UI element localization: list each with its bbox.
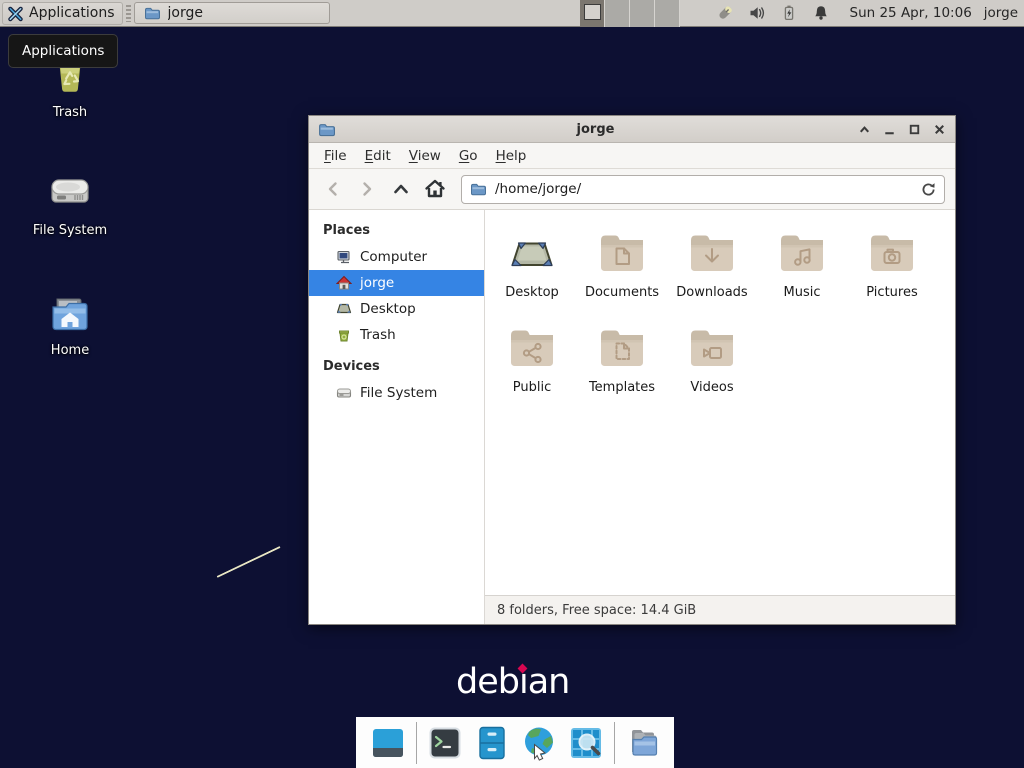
- sidebar-item-trash[interactable]: Trash: [309, 322, 484, 348]
- desktop-scratch-line: [217, 546, 281, 578]
- computer-icon: [336, 249, 352, 265]
- battery-icon[interactable]: [780, 4, 798, 22]
- notifications-bell-icon[interactable]: [812, 4, 830, 22]
- file-item-documents[interactable]: Documents: [577, 226, 667, 321]
- window-folder-icon: [317, 120, 335, 138]
- reload-icon[interactable]: [919, 180, 937, 198]
- folder-doc-icon: [598, 226, 646, 282]
- dock-separator: [416, 722, 417, 764]
- dock-item-app-finder[interactable]: [567, 724, 605, 762]
- workspace-switcher: [580, 0, 680, 27]
- status-bar: 8 folders, Free space: 14.4 GiB: [485, 595, 955, 624]
- path-bar[interactable]: /home/jorge/: [461, 175, 945, 204]
- folder-music-icon: [778, 226, 826, 282]
- workspace-4[interactable]: [655, 0, 680, 27]
- taskbar-window-label: jorge: [168, 5, 203, 21]
- devices-header: Devices: [309, 353, 484, 380]
- folder-camera-icon: [868, 226, 916, 282]
- desktop-icon-label: Home: [51, 343, 89, 358]
- system-tray: [716, 4, 830, 22]
- file-item-downloads[interactable]: Downloads: [667, 226, 757, 321]
- xfce-logo-icon: [6, 4, 24, 22]
- places-header: Places: [309, 217, 484, 244]
- file-manager-window: jorge FileEditViewGoHelp: [308, 115, 956, 625]
- dock-item-web-browser[interactable]: [520, 724, 558, 762]
- desktop-mini-icon: [336, 301, 352, 317]
- taskbar-window-button[interactable]: jorge: [134, 2, 330, 24]
- folder-down-icon: [688, 226, 736, 282]
- dock: [356, 717, 674, 768]
- home-folder-icon: [48, 292, 92, 336]
- path-folder-icon: [469, 180, 487, 198]
- volume-icon[interactable]: [748, 4, 766, 22]
- folder-template-icon: [598, 321, 646, 377]
- sidebar-item-file-system[interactable]: File System: [309, 380, 484, 406]
- folder-video-icon: [688, 321, 736, 377]
- applications-menu-button[interactable]: Applications: [2, 2, 123, 25]
- menu-item-edit[interactable]: Edit: [356, 145, 400, 167]
- applications-tooltip: Applications: [8, 34, 118, 68]
- hard-drive-icon: [47, 170, 93, 216]
- menu-item-file[interactable]: File: [315, 145, 356, 167]
- window-titlebar[interactable]: jorge: [309, 116, 955, 143]
- menu-item-go[interactable]: Go: [450, 145, 487, 167]
- file-item-desktop[interactable]: Desktop: [487, 226, 577, 321]
- top-panel: Applications jorge: [0, 0, 1024, 27]
- back-button[interactable]: [319, 175, 347, 203]
- menu-item-view[interactable]: View: [400, 145, 450, 167]
- panel-user-label[interactable]: jorge: [984, 5, 1018, 21]
- desktop-screen: Applications jorge: [0, 0, 1024, 768]
- dock-item-terminal[interactable]: [426, 724, 464, 762]
- file-item-public[interactable]: Public: [487, 321, 577, 416]
- workspace-3[interactable]: [630, 0, 655, 27]
- window-folder-icon: [143, 4, 161, 22]
- tooltip-text: Applications: [22, 43, 104, 59]
- desktop-icon-home[interactable]: Home: [22, 292, 118, 358]
- debian-logo-dot: [518, 664, 528, 674]
- sidebar-item-desktop[interactable]: Desktop: [309, 296, 484, 322]
- home-red-icon: [336, 275, 352, 291]
- menu-item-help[interactable]: Help: [487, 145, 536, 167]
- path-input[interactable]: /home/jorge/: [495, 181, 911, 197]
- workspace-window-preview: [584, 4, 601, 20]
- desktop-icon-label: File System: [33, 223, 107, 238]
- desktop-icon-label: Trash: [53, 105, 87, 120]
- dock-item-directory-menu[interactable]: [624, 724, 662, 762]
- file-grid: Desktop Documents Downloads Music Pictur…: [485, 210, 955, 595]
- maximize-button[interactable]: [906, 121, 922, 137]
- folder-share-icon: [508, 321, 556, 377]
- dock-item-file-cabinet[interactable]: [473, 724, 511, 762]
- shade-button[interactable]: [856, 121, 872, 137]
- desktop-icon: [508, 226, 556, 282]
- file-item-templates[interactable]: Templates: [577, 321, 667, 416]
- toolbar: /home/jorge/: [309, 169, 955, 210]
- file-item-pictures[interactable]: Pictures: [847, 226, 937, 321]
- close-button[interactable]: [931, 121, 947, 137]
- trash-mini-icon: [336, 327, 352, 343]
- sidebar-item-jorge[interactable]: jorge: [309, 270, 484, 296]
- drive-mini-icon: [336, 385, 352, 401]
- menu-bar: FileEditViewGoHelp: [309, 143, 955, 169]
- file-item-videos[interactable]: Videos: [667, 321, 757, 416]
- up-button[interactable]: [387, 175, 415, 203]
- minimize-button[interactable]: [881, 121, 897, 137]
- sidebar: Places Computer jorge Desktop Trash Devi…: [309, 210, 485, 624]
- workspace-2[interactable]: [605, 0, 630, 27]
- forward-button[interactable]: [353, 175, 381, 203]
- panel-separator-handle[interactable]: [126, 5, 131, 22]
- panel-clock[interactable]: Sun 25 Apr, 10:06: [850, 5, 972, 21]
- window-title: jorge: [335, 122, 856, 137]
- dock-item-display[interactable]: [369, 724, 407, 762]
- home-button[interactable]: [421, 175, 449, 203]
- sidebar-item-computer[interactable]: Computer: [309, 244, 484, 270]
- desktop-icon-file-system[interactable]: File System: [22, 170, 118, 238]
- applications-menu-label: Applications: [29, 5, 115, 21]
- status-text: 8 folders, Free space: 14.4 GiB: [497, 603, 696, 618]
- mouse-tray-icon[interactable]: [716, 4, 734, 22]
- dock-separator: [614, 722, 615, 764]
- file-item-music[interactable]: Music: [757, 226, 847, 321]
- workspace-1[interactable]: [580, 0, 605, 27]
- debian-logo: debıan: [456, 662, 569, 702]
